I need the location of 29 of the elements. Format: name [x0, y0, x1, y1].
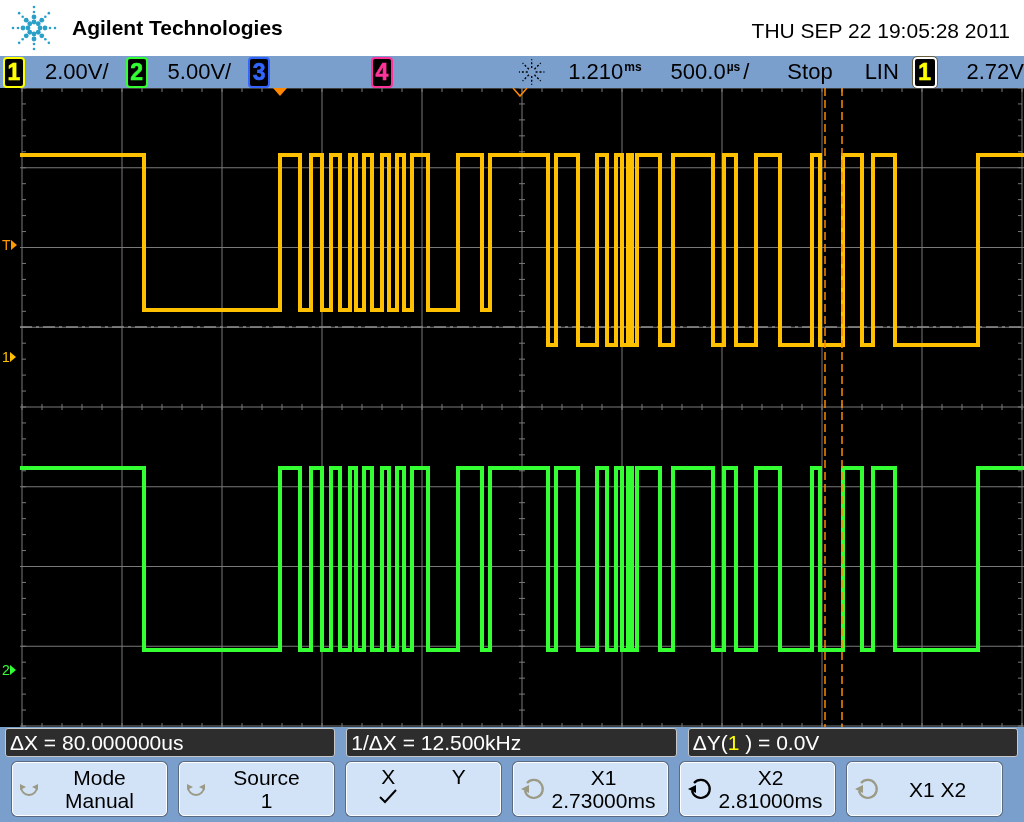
- measurement-readout: ΔX = 80.000000us: [5, 728, 336, 757]
- cursor-line[interactable]: [824, 88, 826, 727]
- channel-badge[interactable]: 1: [3, 56, 25, 88]
- channel-badge[interactable]: 4: [370, 56, 393, 88]
- measurement-readout: 1/ΔX = 12.500kHz: [346, 728, 677, 757]
- softkey[interactable]: X1 X2: [847, 762, 1002, 816]
- brand-name: Agilent Technologies: [72, 16, 283, 40]
- time-reference-icon: [512, 88, 528, 98]
- trigger-level: 2.72V: [966, 59, 1024, 85]
- date-time: THU SEP 22 19:05:28 2011: [751, 19, 1010, 43]
- softkey[interactable]: X2 2.81000ms: [680, 762, 835, 816]
- softkey[interactable]: X Y: [346, 762, 501, 816]
- trigger-coupling: LIN: [864, 59, 899, 85]
- trigger-source-badge[interactable]: 1: [912, 56, 937, 88]
- per-division-mark: /: [743, 58, 750, 86]
- channel-scale: 5.00V/: [167, 59, 232, 85]
- channel-badge[interactable]: 2: [125, 56, 148, 88]
- softkey[interactable]: Mode Manual: [12, 762, 167, 816]
- time-unit: ms: [624, 60, 642, 74]
- channel-badge[interactable]: 3: [248, 56, 271, 88]
- cursor-line[interactable]: [841, 88, 843, 727]
- measurement-readout: ΔY(1 ) = 0.0V: [687, 728, 1018, 757]
- timebase-readout: 500.0: [670, 58, 726, 86]
- time-unit: µs: [726, 60, 741, 74]
- channel-scale: 2.00V/: [45, 59, 109, 85]
- run-state: Stop: [787, 59, 833, 85]
- softkey[interactable]: X1 2.73000ms: [513, 762, 668, 816]
- delay-readout: 1.210: [568, 58, 624, 86]
- softkey[interactable]: Source 1: [179, 762, 334, 816]
